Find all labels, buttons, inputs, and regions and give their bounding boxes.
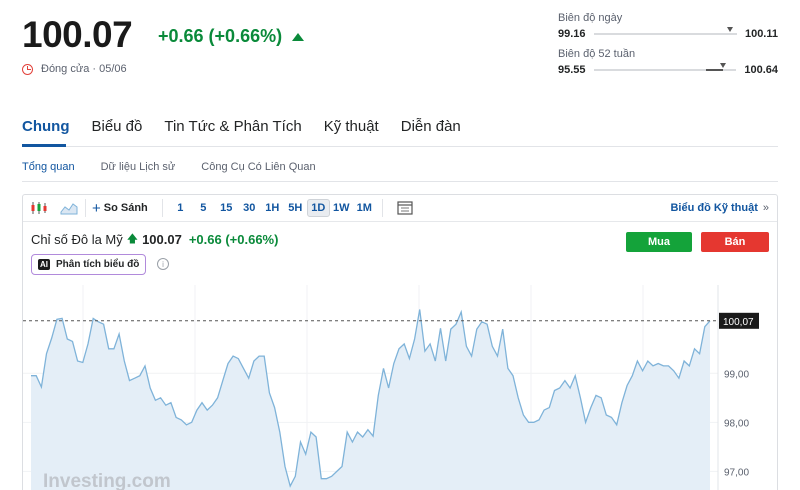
compare-button[interactable]: + So Sánh — [92, 200, 148, 217]
tab-news-analysis[interactable]: Tin Tức & Phân Tích — [164, 118, 301, 149]
day-range-marker — [726, 27, 733, 32]
instrument-header: Chỉ số Đô la Mỹ 🡅 100.07 +0.66 (+0.66%) — [31, 230, 278, 249]
subtab-related-tools[interactable]: Công Cụ Có Liên Quan — [201, 161, 315, 173]
investing-watermark: Investing.com — [43, 471, 171, 490]
candlestick-icon[interactable] — [29, 199, 49, 217]
timeframe-1m[interactable]: 1M — [353, 199, 376, 217]
day-range-low: 99.16 — [558, 28, 586, 40]
tab-forum[interactable]: Diễn đàn — [401, 118, 461, 149]
price-chart[interactable]: 99,00 98,00 97,00 100,07 Investing.com — [23, 285, 777, 490]
chart-toolbar: + So Sánh 1 5 15 30 1H 5H 1D 1W 1M Biểu … — [23, 195, 777, 222]
market-status: Đóng cửa · 05/06 — [22, 63, 127, 75]
week52-range-high: 100.64 — [744, 64, 778, 76]
ai-chart-analysis-label: Phân tích biểu đồ — [56, 259, 140, 270]
ai-chart-analysis-button[interactable]: AI Phân tích biểu đồ — [31, 254, 147, 275]
main-tabs: Chung Biểu đồ Tin Tức & Phân Tích Kỹ thu… — [22, 118, 461, 149]
day-range-bar — [593, 27, 737, 35]
area-chart-icon[interactable] — [59, 199, 79, 217]
timeframe-1w[interactable]: 1W — [330, 199, 353, 217]
price-change-value: +0.66 (+0.66%) — [158, 26, 283, 46]
timeframe-5h[interactable]: 5H — [284, 199, 307, 217]
toolbar-separator — [161, 199, 163, 217]
buy-button[interactable]: Mua — [626, 232, 692, 252]
sell-button[interactable]: Bán — [701, 232, 769, 252]
active-tab-underline — [22, 144, 66, 147]
y-tick-label: 97,00 — [724, 467, 749, 478]
triangle-up-icon — [292, 32, 305, 41]
timeframe-1d[interactable]: 1D — [306, 199, 330, 217]
week52-range-bar — [593, 63, 737, 71]
price-chart-svg[interactable]: 99,00 98,00 97,00 100,07 Investing.com — [23, 285, 777, 490]
last-price-label: 100,07 — [723, 317, 754, 328]
timeframe-1[interactable]: 1 — [169, 199, 192, 217]
info-icon[interactable]: i — [157, 258, 169, 270]
week52-range: Biên độ 52 tuần 95.55 100.64 — [558, 48, 778, 76]
week52-range-low: 95.55 — [558, 64, 586, 76]
last-price: 100.07 — [22, 14, 133, 55]
tab-technical[interactable]: Kỹ thuật — [324, 118, 379, 149]
plus-icon: + — [92, 199, 101, 217]
market-status-label: Đóng cửa · 05/06 — [41, 63, 127, 75]
price-area-fill — [31, 309, 710, 490]
arrow-up-icon: 🡅 — [126, 233, 139, 245]
y-tick-label: 99,00 — [724, 369, 749, 380]
calendar-icon[interactable] — [395, 199, 415, 217]
clock-icon — [22, 63, 33, 75]
sub-tabs: Tổng quan Dữ liệu Lịch sử Công Cụ Có Liê… — [22, 161, 316, 173]
week52-range-marker — [720, 63, 727, 68]
day-range-high: 100.11 — [744, 28, 778, 40]
technical-chart-label: Biểu đồ Kỹ thuật — [670, 202, 758, 214]
chart-widget: + So Sánh 1 5 15 30 1H 5H 1D 1W 1M Biểu … — [22, 194, 778, 490]
toolbar-separator — [85, 199, 86, 217]
subtab-summary[interactable]: Tổng quan — [22, 161, 75, 173]
tabs-divider — [22, 146, 778, 147]
day-range-label: Biên độ ngày — [558, 12, 623, 24]
week52-range-fill — [706, 69, 724, 71]
subtab-historical-data[interactable]: Dữ liệu Lịch sử — [101, 161, 176, 173]
timeframe-1h[interactable]: 1H — [261, 199, 284, 217]
timeframe-30[interactable]: 30 — [238, 199, 261, 217]
tab-chart[interactable]: Biểu đồ — [91, 118, 142, 149]
instrument-price: 100.07 — [142, 232, 182, 247]
timeframe-5[interactable]: 5 — [192, 199, 215, 217]
price-change: +0.66 (+0.66%) — [158, 26, 305, 47]
instrument-name: Chỉ số Đô la Mỹ — [31, 232, 123, 247]
week52-range-label: Biên độ 52 tuần — [558, 48, 636, 60]
timeframe-15[interactable]: 15 — [215, 199, 238, 217]
ai-badge-icon: AI — [38, 259, 50, 270]
instrument-change: +0.66 (+0.66%) — [188, 232, 279, 247]
day-range: Biên độ ngày 99.16 100.11 — [558, 12, 778, 40]
toolbar-separator — [381, 199, 383, 217]
compare-label: So Sánh — [103, 202, 148, 214]
technical-chart-link[interactable]: Biểu đồ Kỹ thuật » — [670, 202, 769, 214]
double-chevron-right-icon: » — [762, 202, 769, 214]
subtabs-divider — [22, 181, 778, 182]
y-tick-label: 98,00 — [724, 418, 749, 429]
